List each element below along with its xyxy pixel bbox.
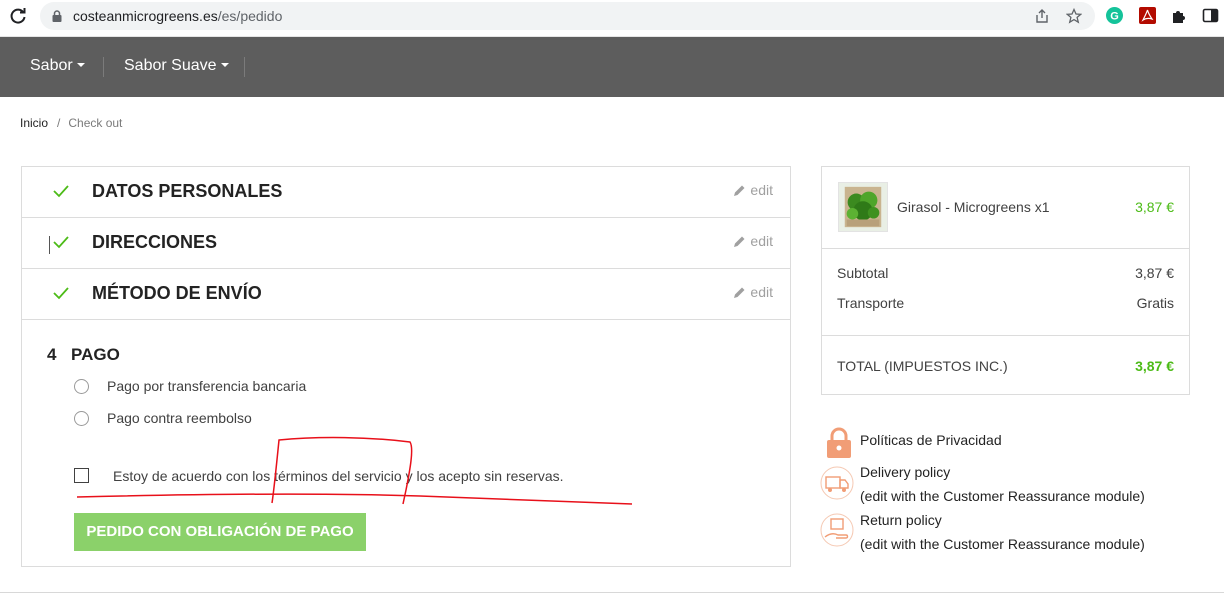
place-order-button[interactable]: PEDIDO CON OBLIGACIÓN DE PAGO — [74, 513, 366, 551]
product-name[interactable]: Girasol - Microgreens x1 — [897, 199, 1050, 215]
shipping-value: Gratis — [1136, 295, 1174, 311]
checkmark-icon — [53, 185, 69, 198]
menu-item-sabor-suave[interactable]: Sabor Suave — [124, 57, 229, 75]
step-shipping-method[interactable]: MÉTODO DE ENVÍO edit — [22, 269, 790, 320]
bookmark-star-icon[interactable] — [1066, 8, 1082, 24]
sidebar-icon[interactable] — [1202, 7, 1219, 24]
shipping-label: Transporte — [837, 295, 905, 311]
url-path: /es/pedido — [217, 8, 283, 24]
step-title: DATOS PERSONALES — [92, 181, 283, 201]
svg-text:G: G — [1110, 11, 1119, 23]
payment-step-title: PAGO — [71, 345, 120, 364]
menu-item-label: Sabor — [30, 57, 73, 74]
edit-label: edit — [750, 233, 773, 249]
breadcrumb-home[interactable]: Inicio — [20, 116, 48, 130]
share-icon[interactable] — [1034, 8, 1050, 24]
edit-label: edit — [750, 182, 773, 198]
edit-label: edit — [750, 284, 773, 300]
return-policy-subtitle: (edit with the Customer Reassurance modu… — [860, 536, 1145, 552]
divider — [822, 335, 1189, 336]
main-menu: Sabor Sabor Suave — [0, 37, 1224, 97]
lock-icon[interactable] — [50, 9, 64, 23]
radio-cash-on-delivery[interactable] — [74, 411, 89, 426]
breadcrumb-separator: / — [57, 116, 61, 130]
edit-link[interactable]: edit — [733, 284, 773, 300]
reload-icon[interactable] — [9, 7, 27, 25]
cart-summary: Girasol - Microgreens x1 3,87 € Subtotal… — [821, 166, 1190, 395]
pencil-icon — [734, 236, 745, 247]
edit-link[interactable]: edit — [733, 182, 773, 198]
delivery-policy-subtitle: (edit with the Customer Reassurance modu… — [860, 488, 1145, 504]
return-policy-text: Return policy (edit with the Customer Re… — [860, 508, 1145, 556]
total-label: TOTAL (IMPUESTOS INC.) — [837, 358, 1008, 374]
product-thumbnail[interactable] — [838, 182, 888, 232]
text-cursor — [49, 236, 50, 254]
payment-step-number: 4 — [47, 345, 57, 364]
checkout-steps: DATOS PERSONALES edit DIRECCIONES edit M… — [21, 166, 791, 567]
pencil-icon — [734, 185, 745, 196]
delivery-truck-icon — [820, 466, 854, 500]
step-addresses[interactable]: DIRECCIONES edit — [22, 218, 790, 269]
url-text: costeanmicrogreens.es/es/pedido — [73, 8, 282, 24]
subtotal-value: 3,87 € — [1135, 265, 1174, 281]
address-bar[interactable]: costeanmicrogreens.es/es/pedido — [40, 2, 1095, 30]
pencil-icon — [734, 287, 745, 298]
footer-divider — [0, 592, 1224, 593]
subtotal-label: Subtotal — [837, 265, 889, 281]
edit-link[interactable]: edit — [733, 233, 773, 249]
caret-down-icon — [76, 63, 85, 67]
breadcrumb: Inicio / Check out — [20, 116, 122, 130]
step-title: MÉTODO DE ENVÍO — [92, 283, 262, 303]
return-policy-title[interactable]: Return policy — [860, 508, 1145, 532]
menu-divider — [244, 57, 245, 77]
menu-divider — [103, 57, 104, 77]
radio-bank-transfer[interactable] — [74, 379, 89, 394]
step-personal-data[interactable]: DATOS PERSONALES edit — [22, 167, 790, 218]
terms-checkbox[interactable] — [74, 468, 89, 483]
product-price: 3,87 € — [1135, 199, 1174, 215]
return-box-icon — [820, 513, 854, 547]
terms-label[interactable]: Estoy de acuerdo con los términos del se… — [113, 468, 564, 484]
privacy-policy-link[interactable]: Políticas de Privacidad — [860, 428, 1002, 452]
caret-down-icon — [220, 63, 229, 67]
padlock-icon — [827, 427, 851, 458]
menu-item-sabor[interactable]: Sabor — [30, 57, 85, 75]
payment-option-label[interactable]: Pago contra reembolso — [107, 410, 252, 426]
extensions-puzzle-icon[interactable] — [1171, 7, 1188, 24]
breadcrumb-current: Check out — [68, 116, 123, 130]
url-host: costeanmicrogreens.es — [73, 8, 218, 24]
total-value: 3,87 € — [1135, 358, 1174, 374]
payment-option-label[interactable]: Pago por transferencia bancaria — [107, 378, 306, 394]
delivery-policy-title[interactable]: Delivery policy — [860, 460, 1145, 484]
pdf-icon[interactable] — [1139, 7, 1156, 24]
grammarly-icon[interactable]: G — [1106, 7, 1123, 24]
divider — [822, 248, 1189, 249]
menu-item-label: Sabor Suave — [124, 57, 217, 74]
delivery-policy-text: Delivery policy (edit with the Customer … — [860, 460, 1145, 508]
checkmark-icon — [53, 287, 69, 300]
browser-toolbar: costeanmicrogreens.es/es/pedido G — [0, 0, 1224, 37]
step-title: DIRECCIONES — [92, 232, 218, 252]
checkmark-icon — [53, 236, 69, 249]
